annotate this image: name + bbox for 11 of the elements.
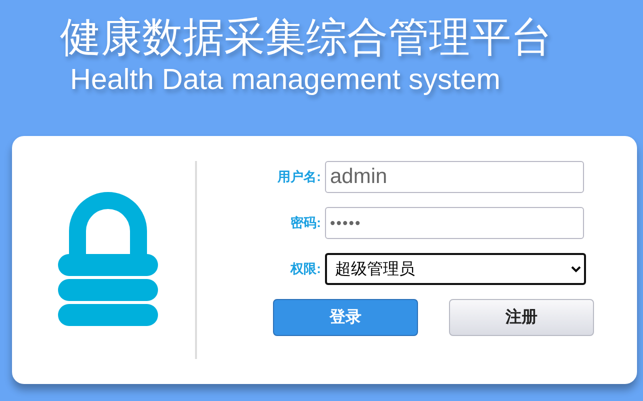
register-button[interactable]: 注册 — [449, 299, 594, 336]
page-subtitle: Health Data management system — [70, 63, 502, 98]
page-title: 健康数据采集综合管理平台 — [60, 13, 553, 62]
field-label: 权限: — [289, 260, 322, 278]
login-button[interactable]: 登录 — [273, 299, 418, 336]
field-label: 密码: — [290, 214, 322, 232]
password-field[interactable]: ••••• — [325, 207, 584, 239]
role-select[interactable]: 超级管理员 — [325, 253, 586, 285]
field-label: 用户名: — [276, 168, 322, 186]
padlock-icon — [58, 191, 158, 327]
username-field[interactable]: admin — [325, 161, 584, 193]
